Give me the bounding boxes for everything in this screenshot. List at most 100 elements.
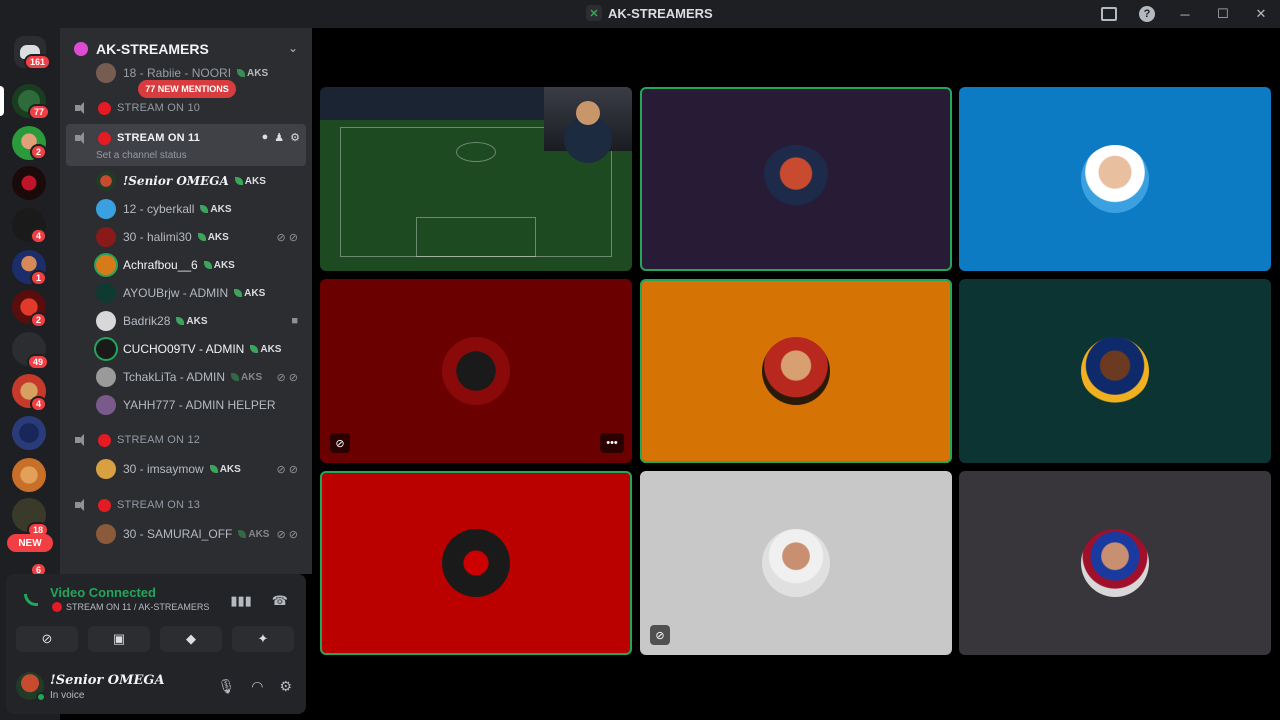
user-name[interactable]: !Senior OMEGA bbox=[50, 673, 165, 688]
camera-off-icon: ⊘ bbox=[650, 625, 670, 645]
home-badge: 161 bbox=[24, 54, 52, 70]
chevron-down-icon: ⌄ bbox=[287, 41, 298, 55]
voice-channel-link[interactable]: STREAM ON 11 / AK-STREAMERS bbox=[66, 602, 209, 612]
online-status-icon bbox=[36, 692, 46, 702]
server-name: AK-STREAMERS bbox=[96, 41, 209, 57]
channel-emoji-icon bbox=[98, 498, 111, 512]
voice-user[interactable]: TchakLiTa - ADMIN AKS ⊘ ⊘ bbox=[96, 366, 306, 388]
avatar bbox=[1081, 145, 1149, 213]
soundboard-icon[interactable]: ▮▮▮ bbox=[230, 593, 251, 609]
voice-user[interactable]: !Senior OMEGA AKS bbox=[96, 170, 306, 192]
stream-preview bbox=[320, 87, 632, 271]
voice-user[interactable]: Achrafbou__6 AKS bbox=[96, 254, 306, 276]
muted-deafened-icons: ⊘ ⊘ bbox=[276, 528, 299, 541]
activity-icon: ◆ bbox=[186, 631, 196, 646]
voice-channel-stream-11-row[interactable]: STREAM ON 11 bbox=[74, 127, 200, 149]
screen-share-icon: ▣ bbox=[112, 631, 126, 646]
server-badge: 4 bbox=[30, 228, 48, 244]
avatar bbox=[762, 145, 830, 213]
server-badge: 1 bbox=[30, 270, 48, 286]
camera-off-button[interactable]: ⊘ bbox=[16, 626, 78, 652]
speaker-icon bbox=[74, 499, 88, 511]
avatar bbox=[762, 529, 830, 597]
avatar bbox=[1081, 337, 1149, 405]
voice-user[interactable]: 30 - imsaymow AKS ⊘ ⊘ bbox=[96, 458, 306, 480]
video-tile-participant[interactable]: ⊘ ••• bbox=[320, 279, 632, 463]
voice-channel-stream-13[interactable]: STREAM ON 13 bbox=[74, 494, 200, 516]
more-icon[interactable]: ••• bbox=[600, 433, 624, 453]
channel-emoji-icon bbox=[98, 131, 111, 145]
disconnect-icon[interactable]: ☎ bbox=[272, 593, 288, 609]
channel-emoji-icon bbox=[52, 602, 62, 612]
window-title: AK-STREAMERS bbox=[608, 5, 713, 21]
voice-connected-panel: Video Connected STREAM ON 11 / AK-STREAM… bbox=[6, 574, 306, 660]
avatar bbox=[762, 337, 830, 405]
selected-indicator bbox=[0, 86, 4, 116]
speaker-icon bbox=[74, 132, 88, 144]
video-grid: ⊘ ••• ⊘ bbox=[312, 28, 1280, 720]
server-icon[interactable] bbox=[12, 458, 46, 492]
gear-icon[interactable]: ⚙ bbox=[279, 678, 292, 695]
voice-user[interactable]: Badrik28 AKS ■ bbox=[96, 310, 306, 332]
inbox-icon[interactable] bbox=[1090, 0, 1128, 28]
voice-user[interactable]: 30 - SAMURAI_OFF AKS ⊘ ⊘ bbox=[96, 523, 306, 545]
voice-user[interactable]: 12 - cyberkall AKS bbox=[96, 198, 306, 220]
muted-deafened-icons: ⊘ ⊘ bbox=[276, 231, 299, 244]
help-icon[interactable]: ? bbox=[1128, 0, 1166, 28]
server-icon[interactable] bbox=[12, 166, 46, 200]
channel-sidebar: AK-STREAMERS ⌄ 18 - Rabiie - NOORI AKS 7… bbox=[60, 28, 312, 574]
avatar bbox=[442, 529, 510, 597]
voice-status-title: Video Connected bbox=[50, 585, 156, 600]
camera-off-icon: ⊘ bbox=[330, 433, 350, 453]
invite-icon[interactable]: ♟ bbox=[274, 131, 284, 144]
server-badge: 77 bbox=[28, 104, 51, 120]
server-icon[interactable] bbox=[12, 416, 46, 450]
avatar bbox=[1081, 529, 1149, 597]
muted-deafened-icons: ⊘ ⊘ bbox=[276, 371, 299, 384]
window-title-group: ✕ AK-STREAMERS bbox=[586, 5, 713, 21]
soundboard-effects-icon: ✦ bbox=[257, 631, 269, 646]
voice-user[interactable]: CUCHO09TV - ADMIN AKS bbox=[96, 338, 306, 360]
new-unreads-pill[interactable]: NEW bbox=[7, 534, 53, 552]
voice-user[interactable]: AYOUBrjw - ADMIN AKS bbox=[96, 282, 306, 304]
channel-status[interactable]: Set a channel status bbox=[96, 150, 187, 161]
gear-icon[interactable]: ⚙ bbox=[290, 131, 300, 144]
close-icon[interactable]: ✕ bbox=[1242, 0, 1280, 28]
avatar bbox=[442, 337, 510, 405]
server-badge: 49 bbox=[27, 354, 50, 370]
signal-icon[interactable] bbox=[24, 594, 38, 606]
video-tile-participant[interactable] bbox=[959, 471, 1271, 655]
speaker-icon bbox=[74, 434, 88, 446]
server-logo-icon: ✕ bbox=[586, 5, 602, 21]
video-tile-stream[interactable] bbox=[320, 87, 632, 271]
title-bar: ✕ AK-STREAMERS ? ─ ☐ ✕ bbox=[0, 0, 1280, 28]
server-badge: 4 bbox=[30, 396, 48, 412]
soundboard-button[interactable]: ✦ bbox=[232, 626, 294, 652]
video-tile-participant[interactable] bbox=[640, 279, 952, 463]
video-tile-participant[interactable]: ⊘ bbox=[640, 471, 952, 655]
user-status: In voice bbox=[50, 690, 85, 701]
video-tile-participant[interactable] bbox=[959, 87, 1271, 271]
voice-user[interactable]: 30 - halimi30 AKS ⊘ ⊘ bbox=[96, 226, 306, 248]
voice-channel-stream-12[interactable]: STREAM ON 12 bbox=[74, 429, 200, 451]
channel-emoji-icon bbox=[98, 433, 111, 447]
maximize-icon[interactable]: ☐ bbox=[1204, 0, 1242, 28]
channel-emoji-icon bbox=[98, 101, 111, 115]
activity-button[interactable]: ◆ bbox=[160, 626, 222, 652]
new-mentions-pill[interactable]: 77 NEW MENTIONS bbox=[138, 80, 236, 98]
screen-share-button[interactable]: ▣ bbox=[88, 626, 150, 652]
video-icon: ■ bbox=[291, 315, 298, 327]
server-badge: 2 bbox=[30, 312, 48, 328]
chat-icon[interactable]: ● bbox=[262, 131, 269, 144]
minimize-icon[interactable]: ─ bbox=[1166, 0, 1204, 28]
muted-deafened-icons: ⊘ ⊘ bbox=[276, 463, 299, 476]
voice-user[interactable]: YAHH777 - ADMIN HELPER bbox=[96, 394, 306, 416]
server-badge: 2 bbox=[30, 144, 48, 160]
mic-icon[interactable]: 🎙 bbox=[217, 678, 235, 695]
voice-channel-stream-10[interactable]: STREAM ON 10 bbox=[74, 97, 200, 119]
video-tile-participant[interactable] bbox=[640, 87, 952, 271]
video-tile-participant[interactable] bbox=[959, 279, 1271, 463]
headphones-icon[interactable]: ◠ bbox=[251, 678, 263, 695]
speaker-icon bbox=[74, 102, 88, 114]
video-tile-participant[interactable] bbox=[320, 471, 632, 655]
